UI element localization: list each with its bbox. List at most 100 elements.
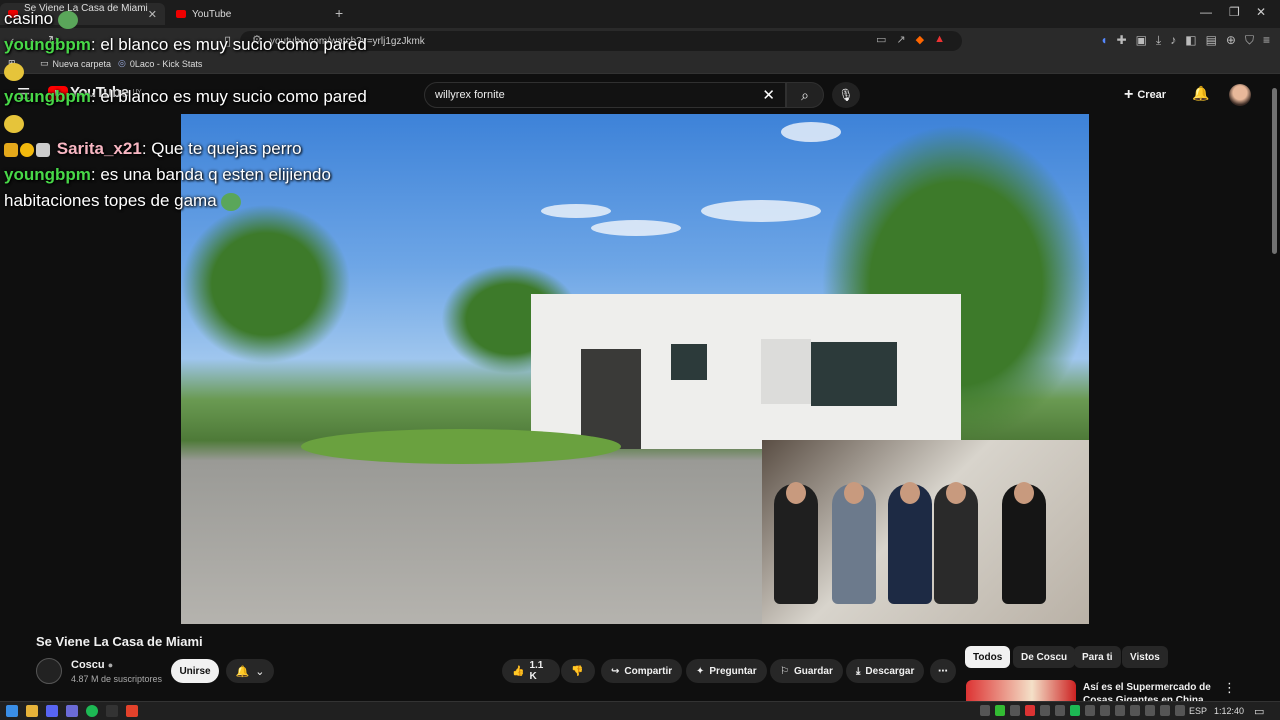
- discord-icon[interactable]: [46, 705, 58, 717]
- join-button[interactable]: Unirse: [171, 659, 219, 683]
- chat-text: : Que te quejas perro: [141, 139, 302, 158]
- person-shape: [1002, 482, 1046, 604]
- app-icon[interactable]: [106, 705, 118, 717]
- sub-badge-icon: [36, 142, 50, 157]
- lawn-shape: [301, 429, 621, 464]
- windows-start-icon[interactable]: [6, 705, 18, 717]
- tray-icon[interactable]: [1025, 705, 1035, 716]
- brave-icon[interactable]: [126, 705, 138, 717]
- more-actions-button[interactable]: ⋯: [930, 659, 956, 683]
- channel-avatar[interactable]: [36, 658, 62, 684]
- extension-icon[interactable]: ◖: [1100, 33, 1107, 48]
- create-button[interactable]: + Crear: [1124, 86, 1166, 104]
- share-arrow-icon: ↪: [611, 665, 620, 677]
- microphone-icon: 🎙: [838, 88, 854, 102]
- system-tray: [980, 705, 1185, 716]
- tray-icon[interactable]: [1085, 705, 1095, 716]
- share-label: Compartir: [624, 665, 673, 677]
- page-scrollbar[interactable]: [1272, 88, 1277, 254]
- tray-icon[interactable]: [1115, 705, 1125, 716]
- volume-icon[interactable]: [1175, 705, 1185, 716]
- chat-message: Sarita_x21: Que te quejas perro: [4, 136, 384, 162]
- search-button[interactable]: ⌕: [786, 82, 824, 108]
- user-avatar[interactable]: [1229, 84, 1251, 106]
- chat-username: Sarita_x21: [56, 139, 142, 158]
- recommendation-thumbnail[interactable]: [966, 680, 1076, 702]
- sidebar-icon[interactable]: ◧: [1185, 33, 1196, 48]
- chat-message: youngbpm: es una banda q esten elijiendo…: [4, 162, 384, 214]
- chat-text: casino: [4, 9, 54, 28]
- share-icon[interactable]: ↗: [896, 33, 905, 46]
- language-indicator[interactable]: ESP: [1189, 706, 1207, 716]
- share-button[interactable]: ↪ Compartir: [601, 659, 683, 683]
- spotify-icon[interactable]: [86, 705, 98, 717]
- chip-para-ti[interactable]: Para ti: [1074, 646, 1121, 668]
- wallet-icon[interactable]: ▤: [1206, 33, 1217, 48]
- search-icon: ⌕: [801, 86, 809, 103]
- restore-icon[interactable]: ❐: [1229, 5, 1240, 19]
- tray-icon[interactable]: [980, 705, 990, 716]
- bell-icon: 🔔: [235, 665, 250, 678]
- window-shape: [811, 342, 897, 406]
- crown-badge-icon: [4, 142, 18, 157]
- tray-icon[interactable]: [1010, 705, 1020, 716]
- tray-icon[interactable]: [1055, 705, 1065, 716]
- frog-emote-icon: [221, 192, 242, 211]
- chevron-down-icon: ⌄: [255, 665, 265, 678]
- person-shape: [774, 482, 818, 604]
- download-button[interactable]: ⤓ Descargar: [846, 659, 925, 683]
- music-icon[interactable]: ♪: [1170, 33, 1176, 48]
- tray-icon[interactable]: [1145, 705, 1155, 716]
- app-icon[interactable]: [66, 705, 78, 717]
- clear-search-icon[interactable]: ✕: [762, 86, 775, 104]
- more-vertical-icon[interactable]: ⋮: [1223, 680, 1236, 696]
- download-icon[interactable]: ⤓: [1156, 33, 1161, 48]
- window-shape: [671, 344, 707, 380]
- subscription-bell-button[interactable]: 🔔 ⌄: [226, 659, 274, 683]
- notifications-bell-icon[interactable]: 🔔: [1192, 85, 1209, 102]
- search-input[interactable]: willyrex fornite ✕: [424, 82, 786, 108]
- subscriber-count: 4.87 M de suscriptores: [71, 674, 163, 684]
- tray-icon[interactable]: [1040, 705, 1050, 716]
- person-shape: [934, 482, 978, 604]
- palm-tree-shape: [181, 204, 351, 364]
- chat-message: youngbpm: el blanco es muy sucio como pa…: [4, 32, 384, 84]
- chip-vistos[interactable]: Vistos: [1122, 646, 1168, 668]
- menu-icon[interactable]: ≡: [1263, 33, 1270, 48]
- tray-icon[interactable]: [995, 705, 1005, 716]
- puzzle-icon[interactable]: ✚: [1117, 33, 1127, 48]
- like-button[interactable]: 👍 1.1 K: [502, 659, 560, 683]
- screenshot-icon[interactable]: ▣: [1136, 33, 1147, 48]
- ask-label: Preguntar: [709, 665, 757, 677]
- channel-name[interactable]: Coscu ●: [71, 659, 113, 671]
- shield-icon[interactable]: ⛉: [1245, 33, 1254, 48]
- tray-icon[interactable]: [1160, 705, 1170, 716]
- number-badge-icon: [20, 142, 34, 157]
- chip-de-coscu[interactable]: De Coscu: [1013, 646, 1076, 668]
- ask-button[interactable]: ✦ Preguntar: [686, 659, 767, 683]
- stream-chat-overlay: casino youngbpm: el blanco es muy sucio …: [4, 6, 384, 214]
- door-shape: [761, 339, 811, 404]
- chip-todos[interactable]: Todos: [965, 646, 1011, 668]
- tray-icon[interactable]: [1100, 705, 1110, 716]
- cast-icon[interactable]: ▭: [876, 33, 886, 46]
- save-button[interactable]: ⚐ Guardar: [770, 659, 843, 683]
- search-value: willyrex fornite: [435, 89, 505, 101]
- verified-icon: ●: [107, 660, 114, 670]
- minimize-icon[interactable]: —: [1200, 5, 1212, 19]
- notification-center-icon[interactable]: ▭: [1254, 705, 1264, 718]
- dislike-button[interactable]: 👎: [561, 659, 595, 683]
- clock[interactable]: 1:12:40: [1214, 706, 1244, 716]
- brave-shield-icon[interactable]: ◆: [916, 33, 924, 46]
- brave-rewards-icon[interactable]: ▲: [934, 33, 945, 46]
- video-title: Se Viene La Casa de Miami: [36, 634, 203, 649]
- vpn-icon[interactable]: ⊕: [1226, 33, 1236, 48]
- face-emote-icon: [4, 62, 24, 81]
- chat-text: : el blanco es muy sucio como pared: [90, 35, 367, 54]
- voice-search-button[interactable]: 🎙: [832, 82, 860, 108]
- tray-icon[interactable]: [1130, 705, 1140, 716]
- file-explorer-icon[interactable]: [26, 705, 38, 717]
- close-window-icon[interactable]: ✕: [1256, 5, 1266, 19]
- cloud-shape: [701, 200, 821, 222]
- tray-icon[interactable]: [1070, 705, 1080, 716]
